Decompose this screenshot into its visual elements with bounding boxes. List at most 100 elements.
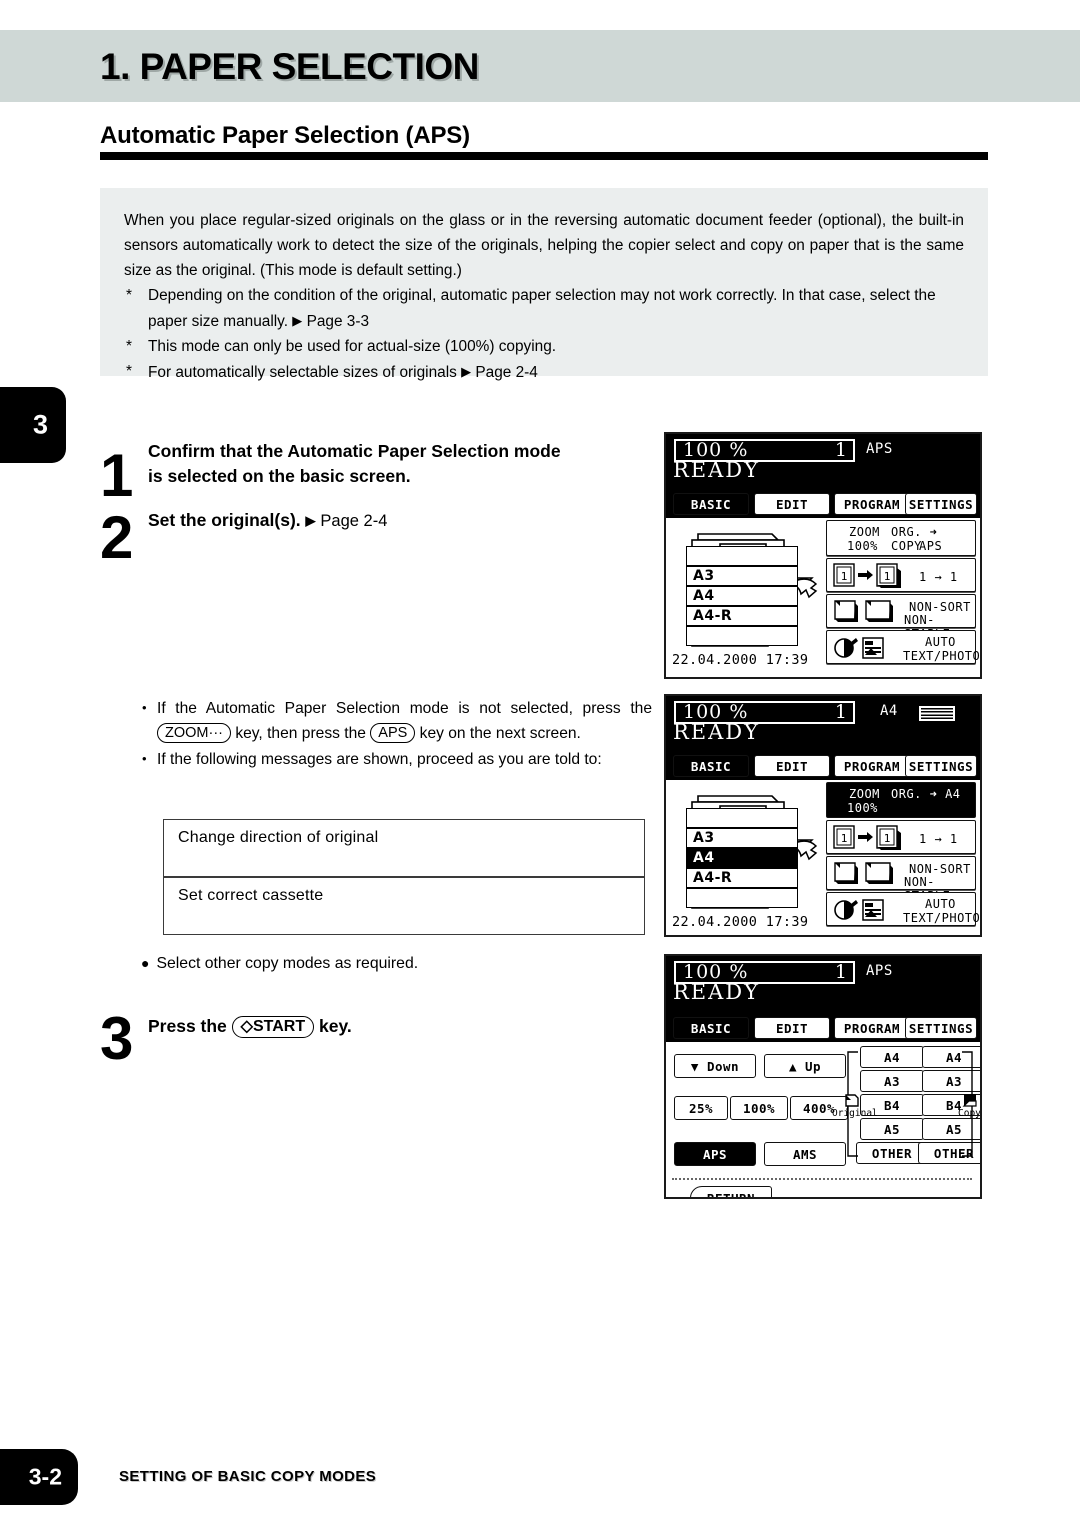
- lcd2-cassette-0[interactable]: [686, 808, 798, 828]
- lcd2-cassette-a4[interactable]: A4: [686, 848, 798, 868]
- lcd1-cassette-0[interactable]: [686, 546, 798, 566]
- lcd2-tab-basic[interactable]: BASIC: [673, 755, 749, 777]
- lcd1-tab-basic[interactable]: BASIC: [673, 493, 749, 515]
- bullet-1-part-2: the: [630, 700, 652, 717]
- lcd1-finisher-button[interactable]: NON-SORT NON-STAPLE: [826, 594, 976, 641]
- lcd2-cassette-a3[interactable]: A3: [686, 828, 798, 848]
- arrow-right-icon: ▶: [292, 313, 303, 328]
- step-3-post: key.: [319, 1016, 352, 1036]
- lcd1-cassette-a4[interactable]: A4: [686, 586, 798, 606]
- lcd1-tab-settings[interactable]: SETTINGS: [905, 493, 977, 515]
- section-title: Automatic Paper Selection (APS): [100, 122, 470, 149]
- lcd-panel-1[interactable]: 100 % 1 APS READY BASIC EDIT PROGRAM SET…: [664, 432, 982, 679]
- message-box-1-text: Change direction of original: [178, 829, 379, 846]
- arrow-right-icon: ▶: [305, 513, 316, 528]
- lcd2-zoom-label: ZOOM: [849, 787, 880, 801]
- lcd3-original-label: Original: [832, 1108, 878, 1119]
- lcd3-original-a5[interactable]: A5: [860, 1118, 924, 1140]
- lcd1-zoom-value: 100%: [847, 539, 878, 553]
- step-2-ref: Page 2-4: [320, 512, 388, 530]
- lcd1-status-text: READY: [673, 458, 761, 482]
- footer-page-tab: 3-2: [0, 1449, 78, 1505]
- select-other-modes-text: Select other copy modes as required.: [156, 955, 419, 972]
- lcd1-exposure-button[interactable]: AUTO TEXT/PHOTO: [826, 630, 980, 664]
- intro-note-2: * This mode can only be used for actual-s…: [124, 334, 964, 359]
- start-key[interactable]: ◇START: [231, 1016, 315, 1038]
- lcd2-tab-settings[interactable]: SETTINGS: [905, 755, 977, 777]
- lcd3-down-button[interactable]: ▼ Down: [674, 1054, 756, 1078]
- lcd3-original-a4[interactable]: A4: [860, 1046, 924, 1068]
- lcd1-cassette-a3[interactable]: A3: [686, 566, 798, 586]
- lcd1-header-mode: APS: [866, 441, 893, 457]
- aps-key[interactable]: APS: [370, 722, 416, 743]
- lcd2-zoom-button[interactable]: ZOOM 100% ORG. ➜ A4: [826, 782, 976, 818]
- lcd2-cassette-a4r[interactable]: A4-R: [686, 868, 798, 888]
- bullet-1-part-3: key, then press the: [235, 724, 366, 742]
- lcd3-100-button[interactable]: 100%: [730, 1096, 788, 1120]
- bullet-1-part-1: If the Automatic Paper Selection mode is…: [157, 700, 621, 717]
- page-title: 1. PAPER SELECTION: [100, 46, 479, 87]
- section-divider: [100, 152, 988, 160]
- svg-text:1: 1: [841, 570, 848, 583]
- duplex-icon: 1 1: [833, 825, 901, 850]
- svg-text:1: 1: [841, 832, 848, 845]
- lcd2-tab-program[interactable]: PROGRAM: [834, 755, 910, 777]
- contrast-icon: [834, 899, 884, 921]
- bullet-2-text: If the following messages are shown, pro…: [157, 751, 602, 768]
- message-box-2-text: Set correct cassette: [178, 887, 324, 904]
- lcd3-up-button[interactable]: ▲ Up: [764, 1054, 846, 1078]
- step-1-text: Confirm that the Automatic Paper Selecti…: [148, 439, 648, 489]
- lcd1-orgcopy-target: APS: [919, 539, 943, 553]
- lcd-panel-2[interactable]: 100 % 1 A4 READY BASIC EDIT PROGRAM SETT…: [664, 694, 982, 937]
- chapter-tab: 3: [0, 387, 66, 463]
- intro-note-1: * Depending on the condition of the origi…: [124, 283, 964, 334]
- lcd1-duplex-button[interactable]: 1 1 1 → 1: [826, 558, 976, 592]
- lcd2-tab-edit[interactable]: EDIT: [754, 755, 830, 777]
- lcd1-zoom-label: ZOOM: [849, 525, 880, 539]
- lcd1-zoom-button[interactable]: ZOOM 100% ORG. ➜ COPY APS: [826, 520, 976, 556]
- lcd2-finisher-label-1: NON-SORT: [909, 862, 971, 876]
- zoom-key[interactable]: ZOOM···: [157, 722, 231, 743]
- lcd3-header: 100 % 1 APS READY: [666, 956, 980, 1014]
- non-sort-icon: [834, 862, 893, 884]
- lcd1-tab-edit[interactable]: EDIT: [754, 493, 830, 515]
- intro-paragraph: When you place regular-sized originals o…: [124, 212, 964, 279]
- step-1-line-1: Confirm that the Automatic Paper Selecti…: [148, 441, 561, 461]
- svg-text:1: 1: [884, 570, 891, 583]
- lcd1-tab-program[interactable]: PROGRAM: [834, 493, 910, 515]
- lcd-panel-3[interactable]: 100 % 1 APS READY BASIC EDIT PROGRAM SET…: [664, 954, 982, 1199]
- lcd3-body: ▼ Down ▲ Up 25% 100% 400% APS AMS RETURN…: [666, 1044, 980, 1197]
- lcd3-return-button[interactable]: RETURN: [690, 1186, 772, 1197]
- arrow-right-icon: ▶: [461, 364, 472, 379]
- lcd2-cassette-4[interactable]: [686, 888, 798, 908]
- lcd1-cassette-4[interactable]: [686, 626, 798, 646]
- lcd3-aps-button[interactable]: APS: [674, 1142, 756, 1166]
- lcd2-status-text: READY: [673, 720, 761, 744]
- lcd2-exposure-button[interactable]: AUTO TEXT/PHOTO: [826, 892, 980, 926]
- lcd3-tab-program[interactable]: PROGRAM: [834, 1017, 910, 1039]
- lcd2-body: A3 A4 A4-R 22.04.2000 17:39 ZOOM 100% OR…: [666, 780, 980, 935]
- lcd2-copy-count: 1: [834, 701, 847, 723]
- lcd3-tab-settings[interactable]: SETTINGS: [905, 1017, 977, 1039]
- lcd2-orgcopy-label: ORG. ➜ A4: [891, 787, 961, 801]
- lcd1-copy-count: 1: [834, 439, 847, 461]
- lcd3-tab-edit[interactable]: EDIT: [754, 1017, 830, 1039]
- lcd3-header-mode: APS: [866, 963, 893, 979]
- chapter-tab-number: 3: [32, 409, 48, 440]
- lcd3-25-button[interactable]: 25%: [674, 1096, 728, 1120]
- paper-stack-icon: [919, 706, 955, 721]
- bullet-star-icon: *: [126, 363, 132, 380]
- lcd2-duplex-button[interactable]: 1 1 1 → 1: [826, 820, 976, 854]
- lcd2-zoom-value: 100%: [847, 801, 878, 815]
- duplex-icon: 1 1: [833, 563, 901, 588]
- lcd3-ams-button[interactable]: AMS: [764, 1142, 846, 1166]
- lcd1-finisher-label-1: NON-SORT: [909, 600, 971, 614]
- lcd1-tabrow: BASIC EDIT PROGRAM SETTINGS: [666, 492, 980, 518]
- lcd2-header-mode: A4: [880, 703, 898, 719]
- lcd2-finisher-button[interactable]: NON-SORT NON-STAPLE: [826, 856, 976, 903]
- step-2-text: Set the original(s). ▶ Page 2-4: [148, 508, 648, 534]
- lcd1-cassette-a4r[interactable]: A4-R: [686, 606, 798, 626]
- lcd3-tab-basic[interactable]: BASIC: [673, 1017, 749, 1039]
- intro-note-3: * For automatically selectable sizes of o…: [124, 359, 964, 385]
- lcd3-original-a3[interactable]: A3: [860, 1070, 924, 1092]
